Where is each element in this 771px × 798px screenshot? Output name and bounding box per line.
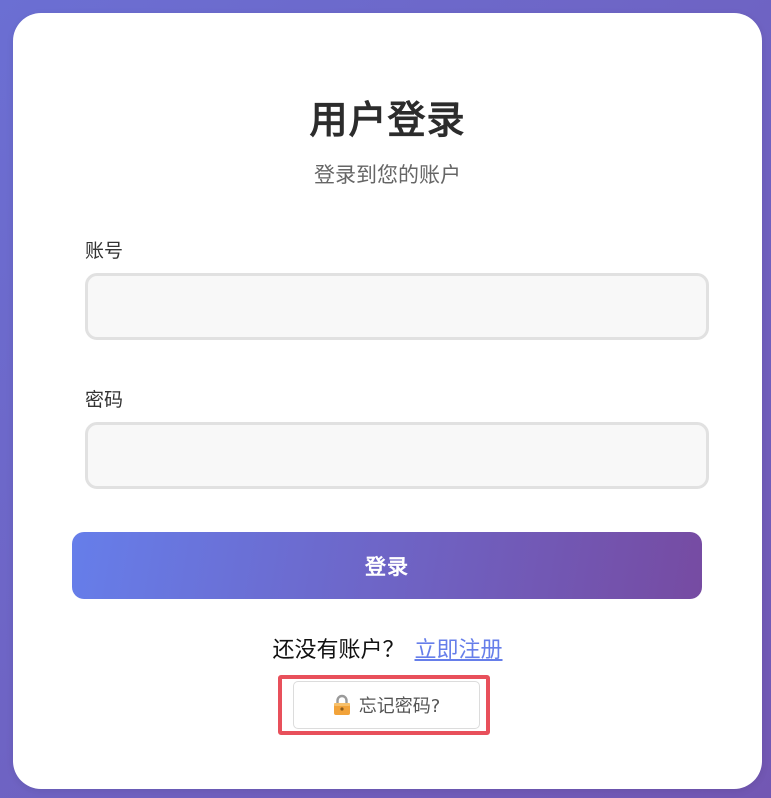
page-subtitle: 登录到您的账户 — [314, 163, 461, 187]
page-title: 用户登录 — [309, 98, 466, 142]
register-row: 还没有账户？ 立即注册 — [13, 632, 762, 664]
login-button[interactable]: 登录 — [72, 532, 702, 599]
lock-icon — [333, 694, 351, 716]
forgot-password-button[interactable]: 忘记密码? — [293, 681, 480, 729]
password-label: 密码 — [85, 389, 124, 411]
register-prompt: 还没有账户？ — [272, 638, 405, 663]
forgot-password-label: 忘记密码? — [358, 696, 441, 717]
account-label: 账号 — [85, 240, 124, 262]
password-input[interactable] — [85, 422, 709, 489]
login-card: 用户登录 登录到您的账户 账号 密码 登录 还没有账户？ 立即注册 — [13, 13, 762, 789]
register-link[interactable]: 立即注册 — [415, 638, 503, 663]
account-input[interactable] — [85, 273, 709, 340]
